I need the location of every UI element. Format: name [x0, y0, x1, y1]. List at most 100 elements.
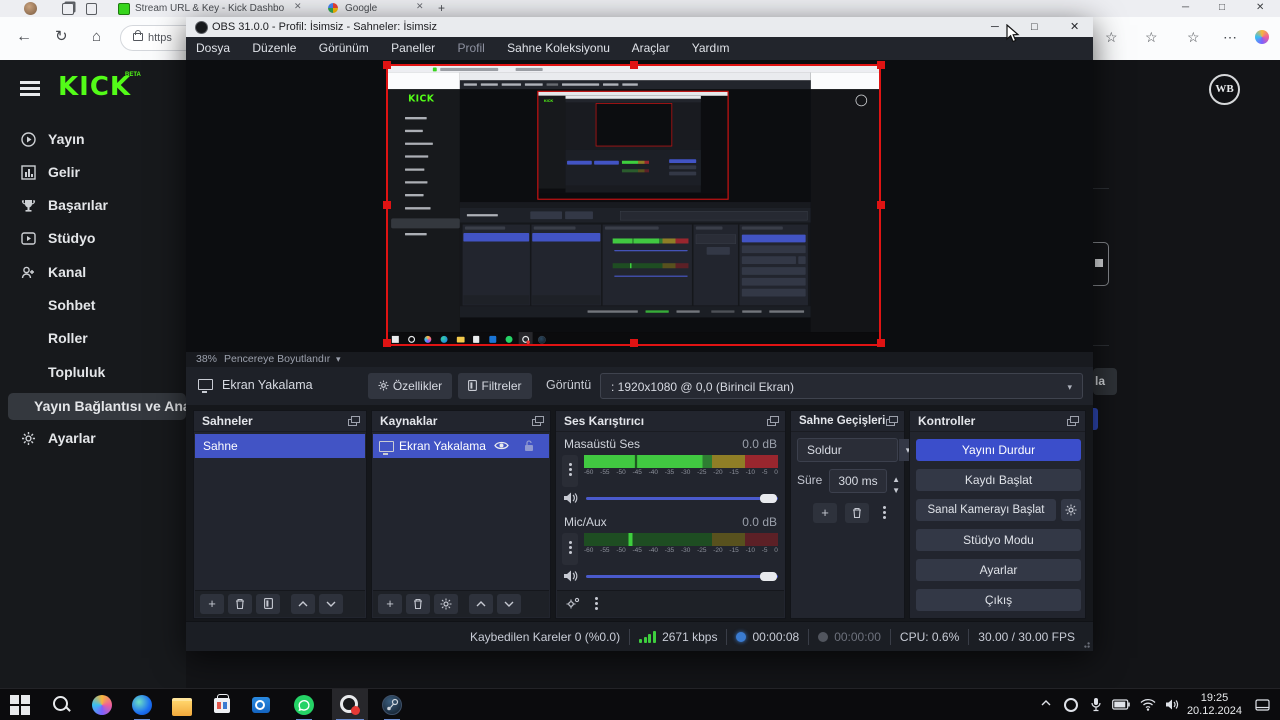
extensions-icon[interactable]: ☆ — [1145, 17, 1158, 57]
slider-handle[interactable] — [760, 572, 777, 581]
duration-spinbox[interactable]: 300 ms ▲ ▼ — [829, 469, 887, 493]
browser-minimize-button[interactable]: ─ — [1182, 0, 1189, 16]
remove-source-button[interactable] — [406, 594, 430, 614]
studio-mode-button[interactable]: Stüdyo Modu — [916, 529, 1081, 551]
sidebar-item-sohbet[interactable]: Sohbet — [0, 292, 186, 319]
mute-mic-icon[interactable] — [563, 569, 577, 583]
resize-handle[interactable] — [383, 201, 391, 209]
fit-to-window[interactable]: Pencereye Boyutlandır — [224, 352, 330, 367]
move-up-button[interactable] — [469, 594, 493, 614]
popout-icon[interactable] — [1067, 416, 1079, 426]
selected-source-bounds[interactable]: KICK — [386, 64, 881, 346]
mixer-menu-icon[interactable] — [595, 597, 598, 600]
popout-icon[interactable] — [532, 416, 544, 426]
channel-menu-button[interactable] — [562, 533, 578, 565]
resize-handle[interactable] — [630, 339, 638, 347]
reload-icon[interactable]: ↻ — [55, 17, 68, 57]
popout-icon[interactable] — [767, 416, 779, 426]
resize-handle[interactable] — [877, 339, 885, 347]
resize-handle[interactable] — [877, 201, 885, 209]
tray-volume-icon[interactable] — [1165, 698, 1180, 711]
settings-button[interactable]: Ayarlar — [916, 559, 1081, 581]
tab-close-icon[interactable]: ✕ — [416, 1, 424, 12]
virtual-camera-settings-button[interactable] — [1061, 499, 1081, 521]
favorites-star-icon[interactable]: ☆ — [1105, 17, 1118, 57]
search-icon[interactable] — [52, 695, 72, 715]
add-transition-button[interactable]: + — [813, 503, 837, 523]
obs-taskbar-icon[interactable] — [332, 689, 368, 720]
menu-sahne-koleksiyonu[interactable]: Sahne Koleksiyonu — [507, 41, 610, 55]
chevron-down-icon[interactable]: ▾ — [336, 352, 341, 367]
vertical-tabs-icon[interactable] — [86, 3, 97, 15]
sidebar-item-roller[interactable]: Roller — [0, 325, 186, 352]
kick-logo[interactable]: KICK — [58, 72, 131, 102]
tray-chevron-icon[interactable] — [1040, 697, 1052, 709]
volume-slider[interactable] — [586, 575, 778, 578]
menu-gorunum[interactable]: Görünüm — [319, 41, 369, 55]
transitions-menu-icon[interactable] — [883, 506, 886, 509]
new-tab-button[interactable]: + — [438, 0, 445, 17]
outlook-icon[interactable] — [252, 695, 272, 715]
display-select[interactable]: : 1920x1080 @ 0,0 (Birincil Ekran) ▾ — [600, 373, 1083, 399]
obs-preview[interactable]: KICK — [186, 60, 1093, 352]
scene-item[interactable]: Sahne — [195, 434, 365, 458]
menu-paneller[interactable]: Paneller — [391, 41, 435, 55]
obs-minimize-button[interactable]: ─ — [991, 17, 999, 37]
browser-profile-avatar[interactable] — [24, 2, 37, 15]
browser-maximize-button[interactable]: □ — [1219, 0, 1225, 16]
mute-speaker-icon[interactable] — [563, 491, 577, 505]
move-down-button[interactable] — [319, 594, 343, 614]
sidebar-item-yayin-baglantisi[interactable]: Yayın Bağlantısı ve Anah — [8, 393, 186, 420]
scene-filters-button[interactable] — [256, 594, 280, 614]
filters-button[interactable]: Filtreler — [458, 373, 532, 399]
browser-close-button[interactable]: ✕ — [1256, 0, 1264, 16]
obs-title-bar[interactable]: OBS 31.0.0 - Profil: İsimsiz - Sahneler:… — [186, 17, 1093, 37]
lock-icon[interactable] — [523, 439, 535, 452]
steam-icon[interactable] — [382, 695, 402, 715]
remove-transition-button[interactable] — [845, 503, 869, 523]
obs-close-button[interactable]: ✕ — [1070, 17, 1079, 37]
menu-profil[interactable]: Profil — [457, 41, 484, 55]
collections-icon[interactable]: ☆ — [1187, 17, 1200, 57]
sidebar-item-gelir[interactable]: Gelir — [0, 159, 186, 186]
edge-icon[interactable] — [132, 695, 152, 715]
menu-duzenle[interactable]: Düzenle — [252, 41, 296, 55]
popout-icon[interactable] — [886, 416, 898, 426]
home-icon[interactable]: ⌂ — [92, 17, 101, 57]
sidebar-item-topluluk[interactable]: Topluluk — [0, 359, 186, 386]
tray-obs-icon[interactable] — [1064, 698, 1078, 712]
tray-battery-icon[interactable] — [1112, 699, 1130, 710]
move-down-button[interactable] — [497, 594, 521, 614]
tab-title[interactable]: Google — [345, 0, 377, 17]
source-properties-button[interactable] — [434, 594, 458, 614]
sidebar-item-basarilar[interactable]: Başarılar — [0, 192, 186, 219]
copy-button-fragment[interactable] — [1093, 242, 1109, 286]
user-avatar[interactable]: WB — [1209, 74, 1240, 105]
channel-menu-button[interactable] — [562, 455, 578, 487]
whatsapp-icon[interactable] — [294, 695, 314, 715]
resize-handle[interactable] — [383, 339, 391, 347]
start-recording-button[interactable]: Kaydı Başlat — [916, 469, 1081, 491]
menu-dosya[interactable]: Dosya — [196, 41, 230, 55]
advanced-audio-icon[interactable] — [565, 597, 580, 610]
more-menu-icon[interactable]: ⋯ — [1223, 17, 1237, 57]
source-item[interactable]: Ekran Yakalama — [373, 434, 549, 458]
sidebar-item-yayin[interactable]: Yayın — [0, 126, 186, 153]
taskbar-clock[interactable]: 19:25 20.12.2024 — [1187, 692, 1242, 718]
resize-handle[interactable] — [383, 61, 391, 69]
tab-close-icon[interactable]: ✕ — [294, 1, 302, 12]
resize-grip[interactable] — [1083, 641, 1091, 649]
popout-icon[interactable] — [348, 416, 360, 426]
stop-streaming-button[interactable]: Yayını Durdur — [916, 439, 1081, 461]
sidebar-item-studyo[interactable]: Stüdyo — [0, 225, 186, 252]
add-source-button[interactable]: + — [378, 594, 402, 614]
move-up-button[interactable] — [291, 594, 315, 614]
menu-araclar[interactable]: Araçlar — [632, 41, 670, 55]
sidebar-item-kanal[interactable]: Kanal — [0, 259, 186, 286]
copilot-taskbar-icon[interactable] — [92, 695, 112, 715]
resize-handle[interactable] — [877, 61, 885, 69]
back-icon[interactable]: ← — [16, 17, 32, 57]
resize-handle[interactable] — [630, 61, 638, 69]
hamburger-icon[interactable] — [20, 81, 40, 84]
slider-handle[interactable] — [760, 494, 777, 503]
